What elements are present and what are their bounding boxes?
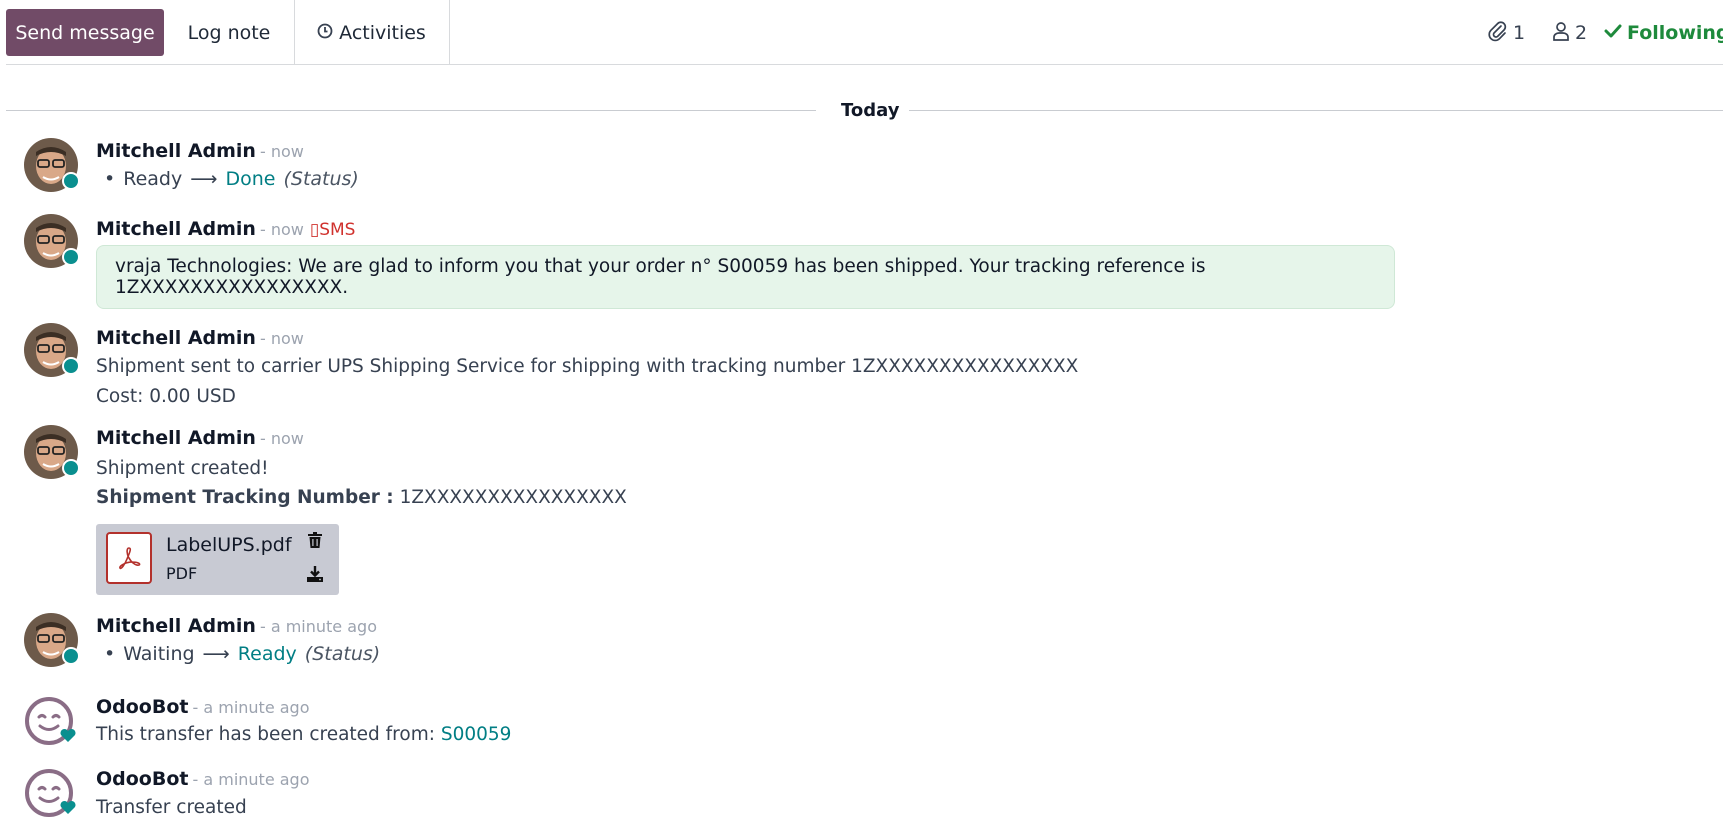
tracking-value: 1ZXXXXXXXXXXXXXXXX <box>393 487 627 508</box>
sms-badge[interactable]: ▯SMS <box>310 220 356 240</box>
online-status-dot <box>62 459 80 477</box>
download-icon[interactable] <box>305 564 325 584</box>
attachments-count: 1 <box>1513 22 1526 44</box>
following-button[interactable]: Following <box>1604 18 1723 48</box>
attachment-extension: PDF <box>166 564 198 583</box>
message-author: OdooBot - a minute ago <box>96 696 310 718</box>
sms-label: SMS <box>319 220 356 240</box>
online-status-dot <box>62 357 80 375</box>
avatar[interactable] <box>24 613 80 667</box>
tracking-label: Shipment Tracking Number : <box>96 487 394 508</box>
check-icon <box>1604 22 1622 44</box>
followers-button[interactable]: 2 <box>1552 18 1587 48</box>
message-time: - a minute ago <box>192 770 310 789</box>
bullet-dot: • <box>104 168 116 190</box>
message-time: - now <box>259 220 304 239</box>
odoobot-avatar[interactable] <box>24 694 78 748</box>
avatar[interactable] <box>24 425 80 479</box>
old-value: Waiting <box>123 643 195 665</box>
message-time: - now <box>259 142 304 161</box>
clock-icon <box>317 22 333 44</box>
online-status-dot <box>62 172 80 190</box>
sms-body: vraja Technologies: We are glad to infor… <box>115 256 1206 298</box>
paperclip-icon <box>1486 20 1508 47</box>
followers-count: 2 <box>1575 22 1588 44</box>
author-name[interactable]: Mitchell Admin <box>96 427 256 449</box>
message-author: Mitchell Admin - now <box>96 140 304 162</box>
tracking-value: • Waiting ⟶ Ready (Status) <box>104 643 380 665</box>
chatter-topbar: Send message Log note Activities 1 2 Fol… <box>0 0 1723 65</box>
message-author: Mitchell Admin - now <box>96 427 304 449</box>
date-separator: Today <box>6 100 1723 121</box>
field-name: (Status) <box>304 643 381 665</box>
message-author: Mitchell Admin - a minute ago <box>96 615 377 637</box>
separator-line-right <box>909 110 1723 111</box>
author-name[interactable]: OdooBot <box>96 768 188 790</box>
message-time: - now <box>259 429 304 448</box>
message-body-line: Shipment created! <box>96 458 269 479</box>
send-message-button[interactable]: Send message <box>6 9 164 56</box>
log-note-label: Log note <box>187 21 271 44</box>
arrow-right-icon: ⟶ <box>202 643 230 665</box>
separator-label: Today <box>841 100 900 121</box>
tracking-value: • Ready ⟶ Done (Status) <box>104 168 359 190</box>
author-name[interactable]: OdooBot <box>96 696 188 718</box>
odoobot-avatar[interactable] <box>24 766 78 820</box>
bullet-dot: • <box>104 643 116 665</box>
body-text: This transfer has been created from: <box>96 724 441 745</box>
message-body-line: Cost: 0.00 USD <box>96 386 236 407</box>
old-value: Ready <box>123 168 183 190</box>
field-name: (Status) <box>283 168 359 190</box>
message-time: - a minute ago <box>259 617 377 636</box>
new-value: Done <box>225 168 276 190</box>
author-name[interactable]: Mitchell Admin <box>96 327 256 349</box>
following-label: Following <box>1627 22 1723 44</box>
online-status-dot <box>62 248 80 266</box>
author-name[interactable]: Mitchell Admin <box>96 140 256 162</box>
attachment-card[interactable]: LabelUPS.pdf PDF <box>96 524 339 595</box>
message-time: - a minute ago <box>192 698 310 717</box>
online-status-dot <box>62 647 80 665</box>
order-link[interactable]: S00059 <box>441 724 512 745</box>
attachments-button[interactable]: 1 <box>1486 18 1525 48</box>
mobile-icon: ▯ <box>309 220 320 240</box>
separator-line-left <box>6 110 816 111</box>
avatar[interactable] <box>24 214 80 268</box>
message-author: Mitchell Admin - now <box>96 327 304 349</box>
user-icon <box>1552 21 1570 46</box>
message-body-line: This transfer has been created from: S00… <box>96 724 511 745</box>
avatar[interactable] <box>24 323 80 377</box>
author-name[interactable]: Mitchell Admin <box>96 615 256 637</box>
trash-icon[interactable] <box>305 530 325 550</box>
message-body-line: Shipment Tracking Number : 1ZXXXXXXXXXXX… <box>96 487 627 508</box>
avatar[interactable] <box>24 138 80 192</box>
author-name[interactable]: Mitchell Admin <box>96 218 256 240</box>
new-value: Ready <box>237 643 297 665</box>
activities-tab[interactable]: Activities <box>294 0 450 65</box>
arrow-right-icon: ⟶ <box>190 168 218 190</box>
message-author: OdooBot - a minute ago <box>96 768 310 790</box>
message-time: - now <box>259 329 304 348</box>
log-note-tab[interactable]: Log note <box>164 0 295 65</box>
message-body-line: Transfer created <box>96 797 247 818</box>
attachment-name: LabelUPS.pdf <box>166 534 292 556</box>
topbar-divider <box>6 64 1723 65</box>
message-body-line: Shipment sent to carrier UPS Shipping Se… <box>96 356 1079 377</box>
activities-label: Activities <box>339 21 426 44</box>
sms-message-bubble: vraja Technologies: We are glad to infor… <box>96 245 1395 309</box>
message-author: Mitchell Admin - now ▯SMS <box>96 218 355 240</box>
pdf-icon <box>106 532 152 584</box>
